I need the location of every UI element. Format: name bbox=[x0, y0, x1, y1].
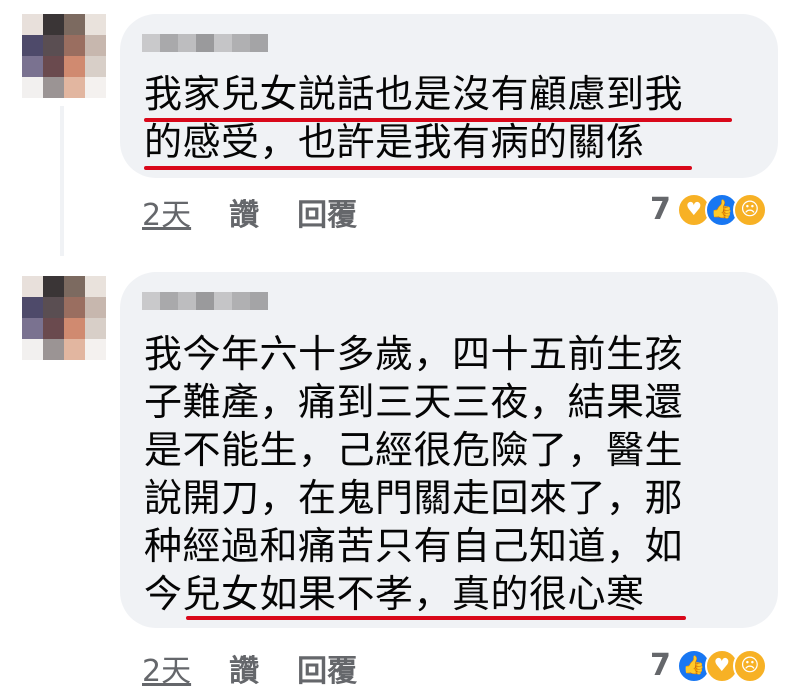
reply-button[interactable]: 回覆 bbox=[297, 646, 357, 690]
commenter-name-redacted[interactable] bbox=[142, 34, 268, 52]
reaction-count: 7 bbox=[650, 192, 671, 227]
comment-actions: 2天 讚 回覆 bbox=[142, 190, 357, 234]
reactions-summary[interactable]: 7 👍 ♥ ☹ bbox=[650, 648, 767, 683]
comment-actions: 2天 讚 回覆 bbox=[142, 646, 357, 690]
commenter-name-redacted[interactable] bbox=[142, 292, 268, 310]
red-underline bbox=[144, 118, 732, 122]
reactions-summary[interactable]: 7 ♥ 👍 ☹ bbox=[650, 192, 767, 227]
timestamp-link[interactable]: 2天 bbox=[142, 190, 191, 234]
thread-line bbox=[60, 106, 64, 256]
timestamp-link[interactable]: 2天 bbox=[142, 646, 191, 690]
reaction-count: 7 bbox=[650, 648, 671, 683]
red-underline bbox=[186, 616, 686, 620]
reply-button[interactable]: 回覆 bbox=[297, 190, 357, 234]
sad-icon: ☹ bbox=[732, 192, 767, 227]
like-button[interactable]: 讚 bbox=[229, 646, 259, 690]
avatar[interactable] bbox=[22, 14, 106, 98]
sad-icon: ☹ bbox=[732, 648, 767, 683]
comment-bubble: 我家兒女説話也是沒有顧慮到我 的感受，也許是我有病的關係 bbox=[120, 14, 778, 178]
red-underline bbox=[144, 166, 692, 170]
comment-text: 我今年六十多歲，四十五前生孩 子難產，痛到三天三夜，結果還 是不能生，己經很危險… bbox=[144, 332, 684, 616]
avatar[interactable] bbox=[22, 276, 106, 360]
comment-bubble: 我今年六十多歲，四十五前生孩 子難產，痛到三天三夜，結果還 是不能生，己經很危險… bbox=[120, 272, 778, 628]
like-button[interactable]: 讚 bbox=[229, 190, 259, 234]
